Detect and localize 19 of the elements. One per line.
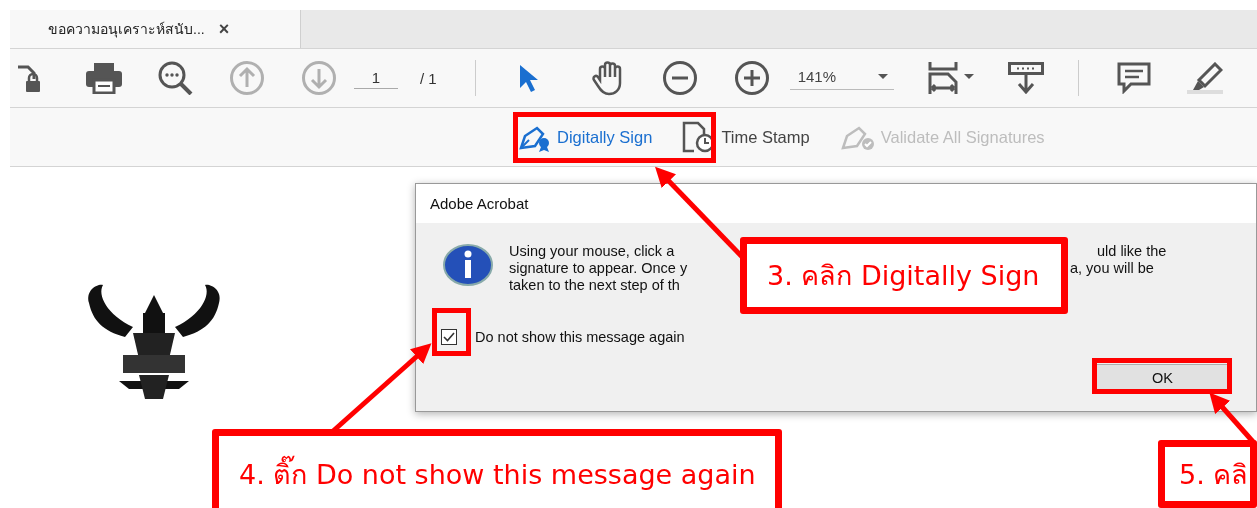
message-text: Using your mouse, click a <box>509 243 676 260</box>
callout-text: 4. ติ๊ก Do not show this message again <box>239 452 756 496</box>
document-tab[interactable]: ขอความอนุเคราะห์สนับ... × <box>10 10 301 48</box>
checkbox-label[interactable]: Do not show this message again <box>475 329 685 345</box>
time-stamp-button[interactable]: Time Stamp <box>682 121 810 153</box>
message-text: a, you will be <box>1070 260 1154 277</box>
callout-text: 3. คลิก Digitally Sign <box>767 259 1040 293</box>
page-total: / 1 <box>420 69 437 87</box>
dialog-title: Adobe Acrobat <box>430 195 529 212</box>
zoom-field[interactable]: 141% <box>789 66 894 90</box>
message-text: uld like the <box>1097 243 1167 260</box>
close-icon[interactable]: × <box>218 18 230 40</box>
message-text: signature to appear. Once y <box>509 260 688 277</box>
ok-button[interactable]: OK <box>1096 364 1229 392</box>
tab-title: ขอความอนุเคราะห์สนับ... <box>48 20 205 40</box>
digitally-sign-button[interactable]: Digitally Sign <box>518 122 653 152</box>
page-number-field[interactable]: 1 <box>354 67 398 89</box>
message-text: taken to the next step of th <box>509 277 681 294</box>
callout-text: 5. คลิ <box>1179 457 1249 492</box>
